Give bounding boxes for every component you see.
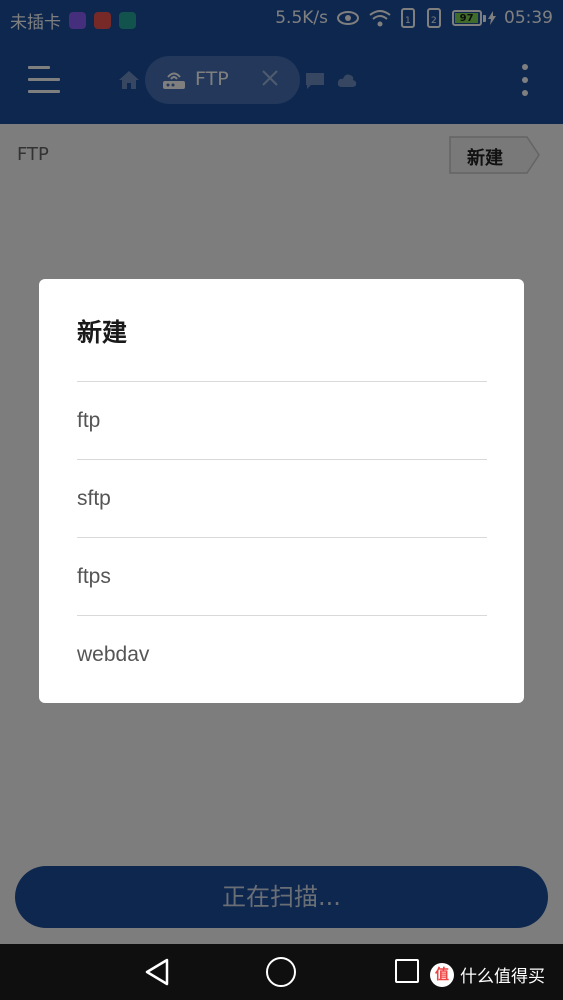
system-navigation-bar: 值 什么值得买 [0, 944, 563, 1000]
home-nav-icon[interactable] [266, 957, 296, 987]
new-connection-dialog: 新建 ftp sftp ftps webdav [39, 279, 524, 703]
watermark-text: 什么值得买 [460, 967, 545, 987]
protocol-options: ftp sftp ftps webdav [77, 381, 487, 693]
option-webdav[interactable]: webdav [77, 615, 487, 693]
watermark-logo: 值 [430, 962, 454, 987]
watermark: 值 什么值得买 [430, 962, 545, 987]
option-ftps[interactable]: ftps [77, 537, 487, 615]
recent-apps-icon[interactable] [395, 959, 419, 983]
option-ftp[interactable]: ftp [77, 381, 487, 459]
dialog-title: 新建 [77, 318, 128, 347]
back-icon[interactable] [143, 958, 171, 986]
option-sftp[interactable]: sftp [77, 459, 487, 537]
